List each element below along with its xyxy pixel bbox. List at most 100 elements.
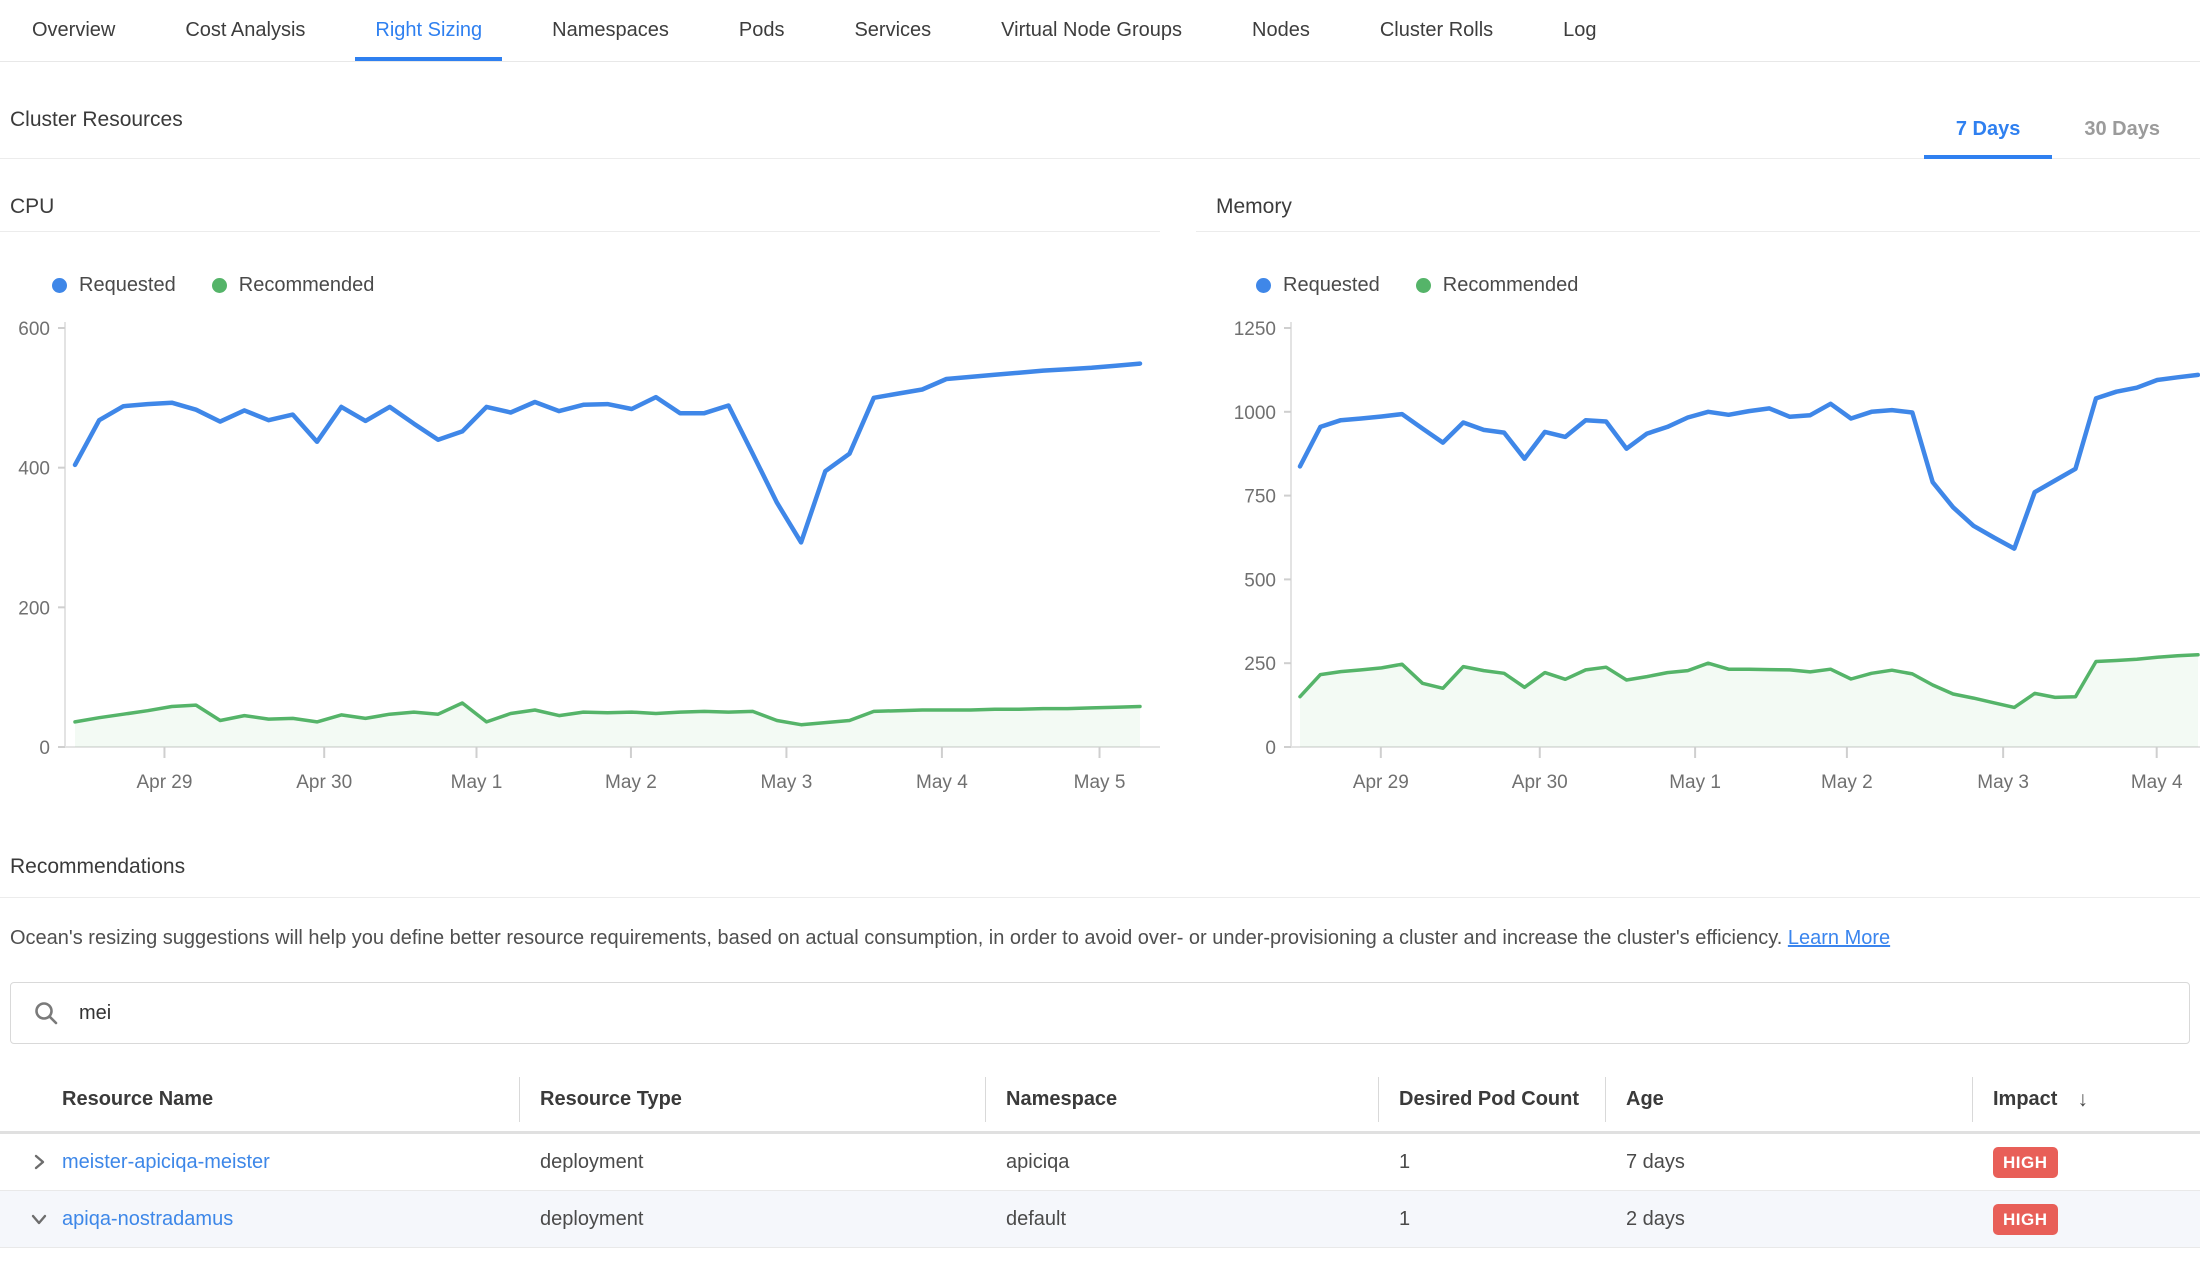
table-header: Resource Name Resource Type Namespace Desir…	[0, 1068, 2200, 1134]
legend-label: Requested	[79, 274, 176, 297]
svg-text:200: 200	[18, 598, 50, 619]
legend-label: Recommended	[1443, 274, 1579, 297]
svg-text:May 3: May 3	[1977, 772, 2029, 793]
search-box[interactable]	[10, 982, 2190, 1044]
svg-text:May 3: May 3	[761, 772, 813, 793]
desired-pod-count-cell: 1	[1378, 1191, 1605, 1247]
column-label: Resource Type	[540, 1088, 682, 1111]
column-header-impact[interactable]: Impact ↓	[1972, 1068, 2200, 1131]
column-label: Resource Name	[62, 1088, 213, 1111]
svg-text:May 5: May 5	[1074, 772, 1126, 793]
cpu-title-divider: CPU	[0, 195, 1160, 232]
expand-row-icon[interactable]	[28, 1152, 50, 1172]
column-header-age[interactable]: Age	[1605, 1068, 1972, 1131]
tab-log[interactable]: Log	[1543, 0, 1616, 61]
impact-cell: HIGH	[1972, 1191, 2200, 1247]
resource-name-link[interactable]: apiqa-nostradamus	[62, 1208, 233, 1231]
range-option-30-days[interactable]: 30 Days	[2052, 118, 2192, 159]
recommendations-description-text: Ocean's resizing suggestions will help y…	[10, 927, 1782, 949]
resource-name-link[interactable]: meister-apiciqa-meister	[62, 1151, 270, 1174]
impact-high-badge: HIGH	[1993, 1204, 2058, 1235]
column-label: Desired Pod Count	[1399, 1088, 1579, 1111]
svg-text:May 4: May 4	[916, 772, 968, 793]
svg-text:400: 400	[18, 459, 50, 480]
cluster-resources-title: Cluster Resources	[10, 108, 183, 132]
tab-services[interactable]: Services	[834, 0, 951, 61]
memory-chart: 0 250 500 750 1000 1250 Apr 29 Apr 30 May 1 May 2…	[1196, 313, 2200, 793]
table-row[interactable]: apiqa-nostradamusdeploymentdefault12 day…	[0, 1191, 2200, 1248]
learn-more-link[interactable]: Learn More	[1788, 927, 1890, 949]
tab-bar: Overview Cost Analysis Right Sizing Namespa…	[0, 0, 2200, 62]
cpu-chart-panel: CPU RequestedRecommended 0200400600Apr 2…	[0, 195, 1160, 793]
legend-dot-requested	[1256, 278, 1271, 293]
charts-row: CPU Requested Recommended 0 200 400 600 Apr 2…	[0, 195, 2200, 793]
svg-text:May 4: May 4	[2131, 772, 2183, 793]
svg-text:1250: 1250	[1234, 319, 1276, 340]
svg-text:Apr 30: Apr 30	[296, 772, 352, 793]
cluster-resources-header: Cluster Resources 7 Days30 Days	[0, 62, 2200, 159]
collapse-row-icon[interactable]	[28, 1209, 50, 1229]
sort-descending-icon[interactable]: ↓	[2077, 1088, 2088, 1112]
tab-cost-analysis[interactable]: Cost Analysis	[165, 0, 325, 61]
cpu-chart-legend: Requested Recommended	[52, 274, 1160, 297]
svg-text:May 1: May 1	[451, 772, 503, 793]
recommendations-header: Recommendations	[0, 855, 2200, 898]
tab-right-sizing[interactable]: Right Sizing	[355, 0, 502, 61]
svg-text:May 2: May 2	[1821, 772, 1873, 793]
column-header-namespace[interactable]: Namespace	[985, 1068, 1378, 1131]
memory-chart-panel: Memory Requested Recommended 0 250 500 750 10…	[1196, 195, 2200, 793]
resource-type-cell: deployment	[519, 1134, 985, 1190]
legend-label: Recommended	[239, 274, 375, 297]
range-toggle: 7 Days30 Days	[1924, 118, 2192, 159]
tab-virtual-node-groups[interactable]: Virtual Node Groups	[981, 0, 1202, 61]
svg-text:500: 500	[1244, 570, 1276, 591]
search-icon	[33, 1000, 59, 1026]
desired-pod-count-cell: 1	[1378, 1134, 1605, 1190]
cpu-chart: 0200400600Apr 29Apr 30May 1May 2May 3May…	[0, 313, 1160, 793]
recommendations-title: Recommendations	[10, 855, 2200, 879]
memory-chart-title: Memory	[1216, 195, 2200, 219]
legend-dot-recommended	[212, 278, 227, 293]
legend-dot-recommended	[1416, 278, 1431, 293]
memory-title-divider: Memory	[1196, 195, 2200, 232]
column-header-resource-type[interactable]: Resource Type	[519, 1068, 985, 1131]
legend-label: Requested	[1283, 274, 1380, 297]
recommendations-table: Resource Name Resource Type Namespace Desir…	[0, 1068, 2200, 1248]
svg-text:May 1: May 1	[1669, 772, 1721, 793]
tab-cluster-rolls[interactable]: Cluster Rolls	[1360, 0, 1513, 61]
column-header-desired-pod-count[interactable]: Desired Pod Count	[1378, 1068, 1605, 1131]
legend-item-requested[interactable]: Requested	[52, 274, 176, 297]
impact-high-badge: HIGH	[1993, 1147, 2058, 1178]
range-option-7-days[interactable]: 7 Days	[1924, 118, 2053, 159]
svg-text:600: 600	[18, 319, 50, 340]
legend-item-recommended[interactable]: Recommended	[212, 274, 375, 297]
svg-text:1000: 1000	[1234, 403, 1276, 424]
search-input[interactable]	[77, 1001, 2167, 1026]
age-cell: 7 days	[1605, 1134, 1972, 1190]
column-label: Namespace	[1006, 1088, 1117, 1111]
cpu-chart-title: CPU	[10, 195, 1160, 219]
svg-text:Apr 29: Apr 29	[1353, 772, 1409, 793]
memory-chart-legend: Requested Recommended	[1256, 274, 2200, 297]
svg-text:0: 0	[1265, 738, 1276, 759]
tab-namespaces[interactable]: Namespaces	[532, 0, 689, 61]
tab-overview[interactable]: Overview	[12, 0, 135, 61]
svg-text:250: 250	[1244, 654, 1276, 675]
column-label: Age	[1626, 1088, 1664, 1111]
tab-nodes[interactable]: Nodes	[1232, 0, 1330, 61]
impact-cell: HIGH	[1972, 1134, 2200, 1190]
tab-pods[interactable]: Pods	[719, 0, 805, 61]
svg-text:750: 750	[1244, 487, 1276, 508]
namespace-cell: apiciqa	[985, 1134, 1378, 1190]
namespace-cell: default	[985, 1191, 1378, 1247]
svg-text:Apr 29: Apr 29	[136, 772, 192, 793]
recommendations-description: Ocean's resizing suggestions will help y…	[10, 924, 2190, 952]
resource-type-cell: deployment	[519, 1191, 985, 1247]
legend-item-requested[interactable]: Requested	[1256, 274, 1380, 297]
svg-text:Apr 30: Apr 30	[1512, 772, 1568, 793]
legend-item-recommended[interactable]: Recommended	[1416, 274, 1579, 297]
table-body: meister-apiciqa-meister deploymentapiciqa…	[0, 1134, 2200, 1248]
table-row[interactable]: meister-apiciqa-meister deploymentapiciqa…	[0, 1134, 2200, 1191]
column-label: Impact	[1993, 1088, 2057, 1111]
column-header-resource-name[interactable]: Resource Name	[0, 1068, 519, 1131]
